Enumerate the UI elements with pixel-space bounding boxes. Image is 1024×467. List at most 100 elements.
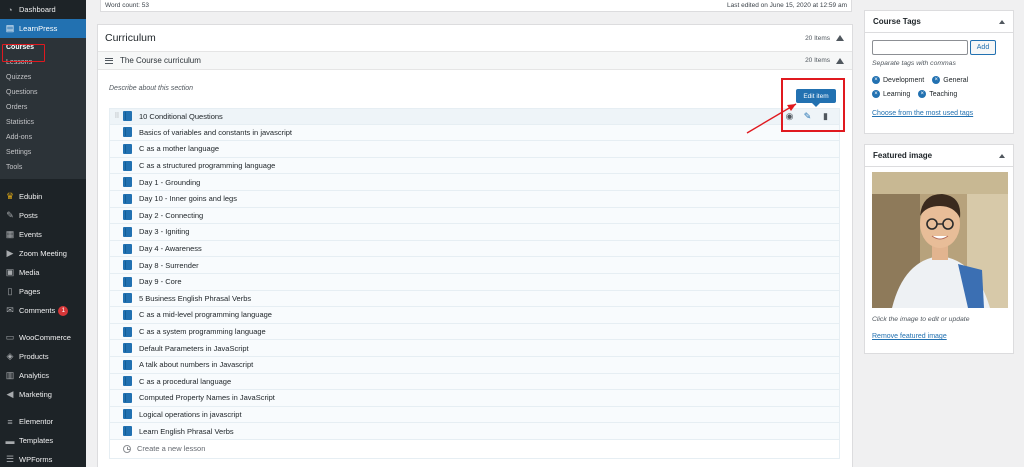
- sidebar-item-media[interactable]: ▣ Media: [0, 263, 86, 282]
- lesson-title[interactable]: Learn English Phrasal Verbs: [139, 427, 234, 436]
- lesson-row[interactable]: Day 10 - Inner goins and legs: [109, 190, 840, 208]
- submenu-item-add-ons[interactable]: Add-ons: [0, 130, 86, 145]
- lesson-title[interactable]: C as a system programming language: [139, 327, 266, 336]
- featured-image-thumbnail[interactable]: [872, 172, 1008, 308]
- sidebar-item-learnpress[interactable]: ▤ LearnPress: [0, 19, 86, 38]
- lesson-row[interactable]: A talk about numbers in Javascript: [109, 356, 840, 374]
- lesson-title[interactable]: 5 Business English Phrasal Verbs: [139, 294, 251, 303]
- sidebar-item-posts[interactable]: ✎ Posts: [0, 206, 86, 225]
- sidebar-item-dashboard[interactable]: ◔ Dashboard: [0, 0, 86, 19]
- sidebar-item-marketing[interactable]: ◀ Marketing: [0, 385, 86, 404]
- lesson-title[interactable]: 10 Conditional Questions: [139, 112, 223, 121]
- remove-tag-icon[interactable]: ×: [932, 76, 941, 84]
- lesson-book-icon: [123, 143, 132, 154]
- tag-item: × Learning: [872, 90, 910, 98]
- featured-image-header[interactable]: Featured image: [865, 145, 1013, 167]
- lesson-row[interactable]: Day 2 - Connecting: [109, 207, 840, 225]
- lesson-row[interactable]: Logical operations in javascript: [109, 406, 840, 424]
- lesson-title[interactable]: Day 1 - Grounding: [139, 178, 200, 187]
- section-description[interactable]: Describe about this section: [109, 85, 193, 92]
- submenu-item-tools[interactable]: Tools: [0, 160, 86, 175]
- submenu-item-settings[interactable]: Settings: [0, 145, 86, 160]
- lesson-row[interactable]: Day 3 - Igniting: [109, 224, 840, 241]
- lesson-title[interactable]: Basics of variables and constants in jav…: [139, 128, 292, 137]
- curriculum-header: Curriculum 20 Items: [98, 25, 852, 52]
- section-collapse-icon[interactable]: [836, 57, 844, 64]
- form-icon: ☰: [5, 454, 15, 464]
- lesson-title[interactable]: Default Parameters in JavaScript: [139, 344, 249, 353]
- lesson-row[interactable]: Default Parameters in JavaScript: [109, 340, 840, 357]
- lesson-title[interactable]: A talk about numbers in Javascript: [139, 360, 253, 369]
- lesson-row[interactable]: ⠿ 10 Conditional Questions ◉ ✎ ▮: [109, 108, 840, 125]
- collapse-icon[interactable]: [999, 19, 1005, 24]
- remove-featured-image-link[interactable]: Remove featured image: [872, 333, 947, 340]
- drag-handle-icon[interactable]: ⠿: [110, 112, 123, 120]
- lesson-title[interactable]: C as a procedural language: [139, 377, 231, 386]
- lesson-title[interactable]: Day 8 - Surrender: [139, 261, 199, 270]
- lesson-title[interactable]: Computed Property Names in JavaScript: [139, 393, 275, 402]
- create-new-lesson-input[interactable]: Create a new lesson: [137, 444, 205, 453]
- lesson-book-icon: [123, 260, 132, 271]
- lesson-title[interactable]: Day 10 - Inner goins and legs: [139, 194, 237, 203]
- tag-input[interactable]: [872, 40, 968, 55]
- lesson-title[interactable]: C as a mother language: [139, 144, 219, 153]
- lesson-row[interactable]: C as a mother language: [109, 141, 840, 158]
- lesson-book-icon: [123, 409, 132, 420]
- choose-most-used-tags-link[interactable]: Choose from the most used tags: [872, 110, 973, 117]
- sidebar-item-products[interactable]: ◈ Products: [0, 347, 86, 366]
- collapse-toggle-icon[interactable]: [836, 35, 844, 41]
- megaphone-icon: ◀: [6, 389, 14, 399]
- sidebar-item-analytics[interactable]: ▥ Analytics: [0, 366, 86, 385]
- lesson-row[interactable]: Basics of variables and constants in jav…: [109, 124, 840, 142]
- sidebar-item-label: WooCommerce: [19, 333, 71, 342]
- lesson-row[interactable]: C as a structured programming language: [109, 157, 840, 175]
- lesson-title[interactable]: Day 3 - Igniting: [139, 227, 189, 236]
- lesson-row[interactable]: Computed Property Names in JavaScript: [109, 390, 840, 407]
- sidebar-item-edubin[interactable]: ♛ Edubin: [0, 187, 86, 206]
- submenu-item-quizzes[interactable]: Quizzes: [0, 70, 86, 85]
- lesson-title[interactable]: Day 4 - Awareness: [139, 244, 202, 253]
- drag-handle-icon[interactable]: [105, 57, 113, 64]
- collapse-icon[interactable]: [999, 153, 1005, 158]
- sidebar-item-label: LearnPress: [19, 24, 58, 33]
- submenu-item-orders[interactable]: Orders: [0, 100, 86, 115]
- lesson-row[interactable]: 5 Business English Phrasal Verbs: [109, 290, 840, 308]
- sidebar-item-woocommerce[interactable]: ▭ WooCommerce: [0, 328, 86, 347]
- lesson-row[interactable]: Day 1 - Grounding: [109, 174, 840, 191]
- lesson-row[interactable]: C as a procedural language: [109, 373, 840, 391]
- tag-item: × General: [932, 76, 968, 84]
- add-tag-button[interactable]: Add: [970, 40, 996, 55]
- lesson-title[interactable]: Day 9 - Core: [139, 277, 182, 286]
- create-new-lesson-row[interactable]: Create a new lesson: [109, 439, 840, 459]
- lesson-row[interactable]: C as a mid-level programming language: [109, 307, 840, 324]
- lesson-title[interactable]: C as a mid-level programming language: [139, 310, 272, 319]
- lesson-title[interactable]: Logical operations in javascript: [139, 410, 242, 419]
- remove-tag-icon[interactable]: ×: [918, 90, 927, 98]
- curriculum-items-count: 20 Items: [805, 34, 830, 42]
- sidebar-item-events[interactable]: ▦ Events: [0, 225, 86, 244]
- lesson-title[interactable]: C as a structured programming language: [139, 161, 275, 170]
- tag-item: × Teaching: [918, 90, 957, 98]
- submenu-item-lessons[interactable]: Lessons: [0, 55, 86, 70]
- remove-tag-icon[interactable]: ×: [872, 90, 880, 98]
- section-title[interactable]: The Course curriculum: [120, 56, 201, 65]
- sidebar-item-pages[interactable]: ▯ Pages: [0, 282, 86, 301]
- sidebar-item-elementor[interactable]: ≡ Elementor: [0, 412, 86, 431]
- sidebar-item-templates[interactable]: ▬ Templates: [0, 431, 86, 450]
- lesson-row[interactable]: Day 9 - Core: [109, 273, 840, 291]
- sidebar-item-comments[interactable]: ✉ Comments 1: [0, 301, 86, 320]
- submenu-item-statistics[interactable]: Statistics: [0, 115, 86, 130]
- sidebar-item-label: Marketing: [19, 390, 52, 399]
- submenu-item-courses[interactable]: Courses: [0, 40, 86, 55]
- remove-tag-icon[interactable]: ×: [872, 76, 880, 84]
- course-tags-header[interactable]: Course Tags: [865, 11, 1013, 33]
- lesson-row[interactable]: C as a system programming language: [109, 323, 840, 341]
- lesson-row[interactable]: Learn English Phrasal Verbs: [109, 423, 840, 440]
- submenu-item-questions[interactable]: Questions: [0, 85, 86, 100]
- sidebar-item-wpforms[interactable]: ☰ WPForms: [0, 450, 86, 467]
- sidebar-item-zoom-meeting[interactable]: ▶ Zoom Meeting: [0, 244, 86, 263]
- lesson-title[interactable]: Day 2 - Connecting: [139, 211, 203, 220]
- lesson-row[interactable]: Day 8 - Surrender: [109, 257, 840, 274]
- lesson-row[interactable]: Day 4 - Awareness: [109, 240, 840, 258]
- lesson-book-icon: [123, 376, 132, 387]
